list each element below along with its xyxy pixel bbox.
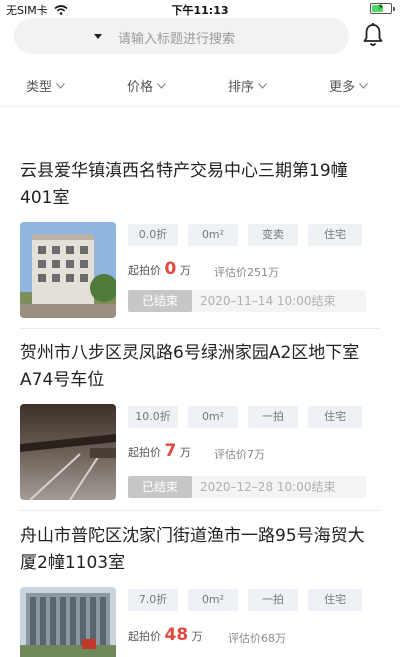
filter-type[interactable]: 类型 xyxy=(26,76,65,95)
property-type-tag: 住宅 xyxy=(308,406,362,428)
area-tag: 0m² xyxy=(188,406,238,428)
start-price: 起拍价 7 万 xyxy=(128,441,191,461)
property-type-tag: 住宅 xyxy=(308,589,362,611)
item-divider xyxy=(20,510,380,511)
listing-thumbnail[interactable] xyxy=(20,222,116,318)
listing-title[interactable]: 贺州市八步区灵凤路6号绿洲家园A2区地下室A74号车位 xyxy=(20,340,380,394)
listing-card[interactable]: 舟山市普陀区沈家门街道渔市一路95号海贸大厦2幢1103室 7.0折 0m² 一… xyxy=(0,523,400,657)
listing-card[interactable]: 贺州市八步区灵凤路6号绿洲家园A2区地下室A74号车位 10.0折 0m² 一拍… xyxy=(0,340,400,511)
listing-thumbnail[interactable] xyxy=(20,587,116,657)
end-time: 2020–12–28 10:00结束 xyxy=(200,480,336,494)
status-badge: 已结束 xyxy=(128,476,192,498)
bell-icon[interactable] xyxy=(362,22,384,48)
battery-nub xyxy=(393,7,395,11)
filter-type-label: 类型 xyxy=(26,80,53,95)
filter-divider xyxy=(0,106,400,107)
filter-price-label: 价格 xyxy=(127,80,154,95)
filter-more[interactable]: 更多 xyxy=(329,76,368,95)
filter-sort[interactable]: 排序 xyxy=(228,76,267,95)
item-divider xyxy=(20,328,380,329)
chevron-down-icon xyxy=(359,82,368,89)
listing-title[interactable]: 舟山市普陀区沈家门街道渔市一路95号海贸大厦2幢1103室 xyxy=(20,523,380,577)
status-badge: 已结束 xyxy=(128,290,192,312)
parking-garage-photo xyxy=(20,404,116,500)
area-tag: 0m² xyxy=(188,589,238,611)
listing-thumbnail[interactable] xyxy=(20,404,116,500)
area-tag: 0m² xyxy=(188,224,238,246)
discount-tag: 10.0折 xyxy=(128,406,178,428)
start-price-label: 起拍价 xyxy=(128,446,161,459)
property-type-tag: 住宅 xyxy=(308,224,362,246)
estimate-price: 评估价68万 xyxy=(228,632,286,645)
search-input[interactable]: 请输入标题进行搜索 xyxy=(14,18,349,54)
end-time: 2020–11–14 10:00结束 xyxy=(200,294,336,308)
filter-bar: 类型 价格 排序 更多 xyxy=(0,70,400,100)
estimate-price: 评估价251万 xyxy=(214,266,279,279)
charging-bolt-icon: ⚡ xyxy=(377,2,385,13)
start-price-value: 0 xyxy=(164,259,177,279)
auction-end-bar: 已结束 2020–12–28 10:00结束 xyxy=(128,476,366,498)
building-photo xyxy=(20,222,116,318)
office-building-photo xyxy=(20,587,116,657)
search-dropdown-caret-icon[interactable] xyxy=(94,34,102,39)
start-price-unit: 万 xyxy=(191,630,203,643)
start-price: 起拍价 0 万 xyxy=(128,259,191,279)
start-price-unit: 万 xyxy=(179,264,191,277)
start-price-unit: 万 xyxy=(179,446,191,459)
battery-icon: ⚡ xyxy=(370,2,395,14)
discount-tag: 7.0折 xyxy=(128,589,178,611)
search-placeholder: 请输入标题进行搜索 xyxy=(118,32,236,47)
listing-title[interactable]: 云县爱华镇滇西名特产交易中心三期第19幢401室 xyxy=(20,158,380,212)
discount-tag: 0.0折 xyxy=(128,224,178,246)
start-price-label: 起拍价 xyxy=(128,630,161,643)
filter-price[interactable]: 价格 xyxy=(127,76,166,95)
start-price: 起拍价 48 万 xyxy=(128,625,203,645)
chevron-down-icon xyxy=(157,82,166,89)
search-row: 请输入标题进行搜索 xyxy=(0,14,400,60)
start-price-value: 7 xyxy=(164,441,177,461)
estimate-price: 评估价7万 xyxy=(214,448,265,461)
start-price-value: 48 xyxy=(164,625,189,645)
listing-card[interactable]: 云县爱华镇滇西名特产交易中心三期第19幢401室 0.0折 0m² 变卖 住宅 … xyxy=(0,158,400,330)
filter-more-label: 更多 xyxy=(329,80,356,95)
chevron-down-icon xyxy=(56,82,65,89)
auction-type-tag: 一拍 xyxy=(248,406,298,428)
auction-type-tag: 一拍 xyxy=(248,589,298,611)
start-price-label: 起拍价 xyxy=(128,264,161,277)
chevron-down-icon xyxy=(258,82,267,89)
auction-type-tag: 变卖 xyxy=(248,224,298,246)
auction-end-bar: 已结束 2020–11–14 10:00结束 xyxy=(128,290,366,312)
filter-sort-label: 排序 xyxy=(228,80,255,95)
